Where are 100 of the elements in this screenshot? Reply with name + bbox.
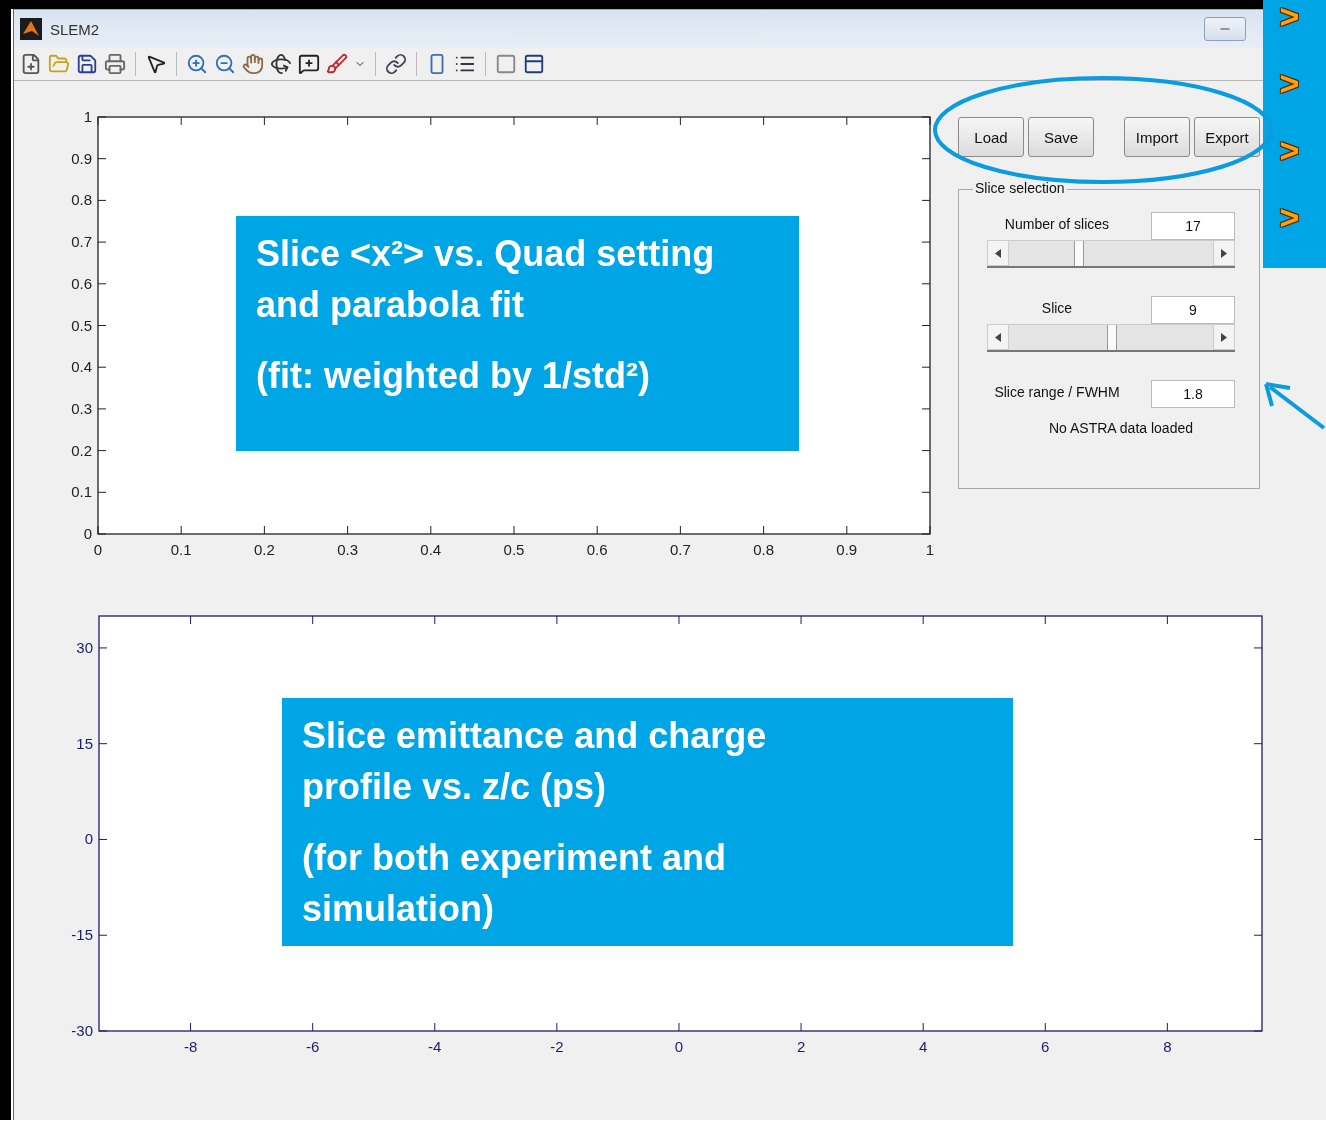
y-tick-label: 0.8 [71,191,92,209]
x-tick [800,1022,802,1032]
x-tick-label: 0.9 [836,541,858,558]
y-tick [921,491,931,493]
push-button[interactable]: Import [1124,117,1190,157]
x-tick [1166,615,1168,625]
bullet-marker: > [1279,0,1300,33]
y-tick [97,158,107,160]
push-button[interactable]: Load [958,117,1024,157]
x-tick [922,615,924,625]
x-tick-label: 0.3 [337,541,359,558]
y-tick-label: 15 [76,734,93,752]
x-tick [763,116,765,126]
x-tick [513,525,515,535]
y-tick [921,158,931,160]
link-icon[interactable] [385,53,407,75]
window-icon[interactable] [523,53,545,75]
x-tick-label: 6 [1041,1038,1050,1055]
scroll-left-button[interactable] [987,324,1009,350]
y-tick-label: -30 [71,1022,93,1039]
x-tick [678,615,680,625]
slider[interactable] [987,324,1235,352]
right-arrow-icon [1221,332,1227,342]
x-tick [922,1022,924,1032]
slider-thumb[interactable] [1107,325,1117,350]
x-tick-label: 0.1 [170,541,192,558]
y-tick [98,743,108,745]
x-tick [800,615,802,625]
annotation-text: (fit: weighted by 1/std²) [256,354,651,398]
x-tick [430,525,432,535]
y-tick [921,366,931,368]
printer-icon[interactable] [104,53,126,75]
x-tick [180,116,182,126]
y-tick-label: 0.2 [71,441,92,459]
x-tick [434,615,436,625]
x-tick [263,525,265,535]
x-tick [263,116,265,126]
x-tick-label: -4 [428,1038,442,1055]
x-tick [846,525,848,535]
zoom-out-icon[interactable] [214,53,236,75]
x-tick [312,1022,314,1032]
x-tick-label: 0.8 [753,541,775,558]
y-tick-label: 0.7 [71,233,92,251]
status-text: No ASTRA data loaded [1048,420,1194,436]
y-tick [97,450,107,452]
scroll-right-button[interactable] [1213,240,1235,266]
x-tick-label: 0 [674,1038,684,1055]
x-tick [556,615,558,625]
annotation-text: Slice <x²> vs. Quad setting and parabola fit [256,232,716,327]
x-tick [434,1022,436,1032]
control-label: Slice [1040,300,1074,316]
value-field[interactable]: 17 [1151,212,1235,240]
annotation-text: Slice emittance and charge profile vs. z/c (ps) [302,714,768,809]
slider[interactable] [987,240,1235,268]
y-tick [97,366,107,368]
slider-thumb[interactable] [1073,241,1084,266]
x-tick-label: -2 [550,1038,564,1055]
y-tick-label: 1 [83,108,92,125]
rotate-icon[interactable] [270,53,292,75]
y-tick [921,199,931,201]
x-tick-label: 0.5 [503,541,525,558]
left-arrow-icon [995,248,1001,258]
square-icon[interactable] [495,53,517,75]
value-field[interactable]: 9 [1151,296,1235,324]
y-tick-label: 0.4 [71,358,92,376]
x-tick [97,116,99,126]
x-tick [97,525,99,535]
brush-icon[interactable] [326,53,348,75]
window-title: SLEM2 [50,20,100,38]
new-file-icon[interactable] [20,53,42,75]
value-field[interactable]: 1.8 [1151,380,1235,408]
x-tick [312,615,314,625]
push-button[interactable]: Save [1028,117,1094,157]
app-icon [20,18,42,40]
x-tick-label: 0.6 [586,541,608,558]
x-tick [1166,1022,1168,1032]
hand-icon[interactable] [242,53,264,75]
scroll-right-button[interactable] [1213,324,1235,350]
y-tick-label: 0.1 [71,483,92,501]
y-tick [97,283,107,285]
x-tick [929,525,931,535]
x-tick-label: 0.7 [669,541,691,558]
x-tick-label: 4 [919,1038,928,1055]
pointer-icon[interactable] [145,53,167,75]
x-tick [1044,615,1046,625]
right-arrow-icon [1221,248,1227,258]
bullet-marker: > [1279,67,1300,100]
data-cursor-icon[interactable] [298,53,320,75]
x-tick-label: 1 [925,541,935,558]
y-tick [97,325,107,326]
scroll-left-button[interactable] [987,240,1009,266]
y-tick [97,116,107,118]
push-button[interactable]: Export [1194,117,1260,157]
zoom-in-icon[interactable] [186,53,208,75]
save-icon[interactable] [76,53,98,75]
y-tick-label: 30 [76,638,93,656]
y-tick [97,241,107,243]
y-tick [97,533,107,535]
x-tick [190,615,192,625]
control-label: Number of slices [1003,216,1111,232]
